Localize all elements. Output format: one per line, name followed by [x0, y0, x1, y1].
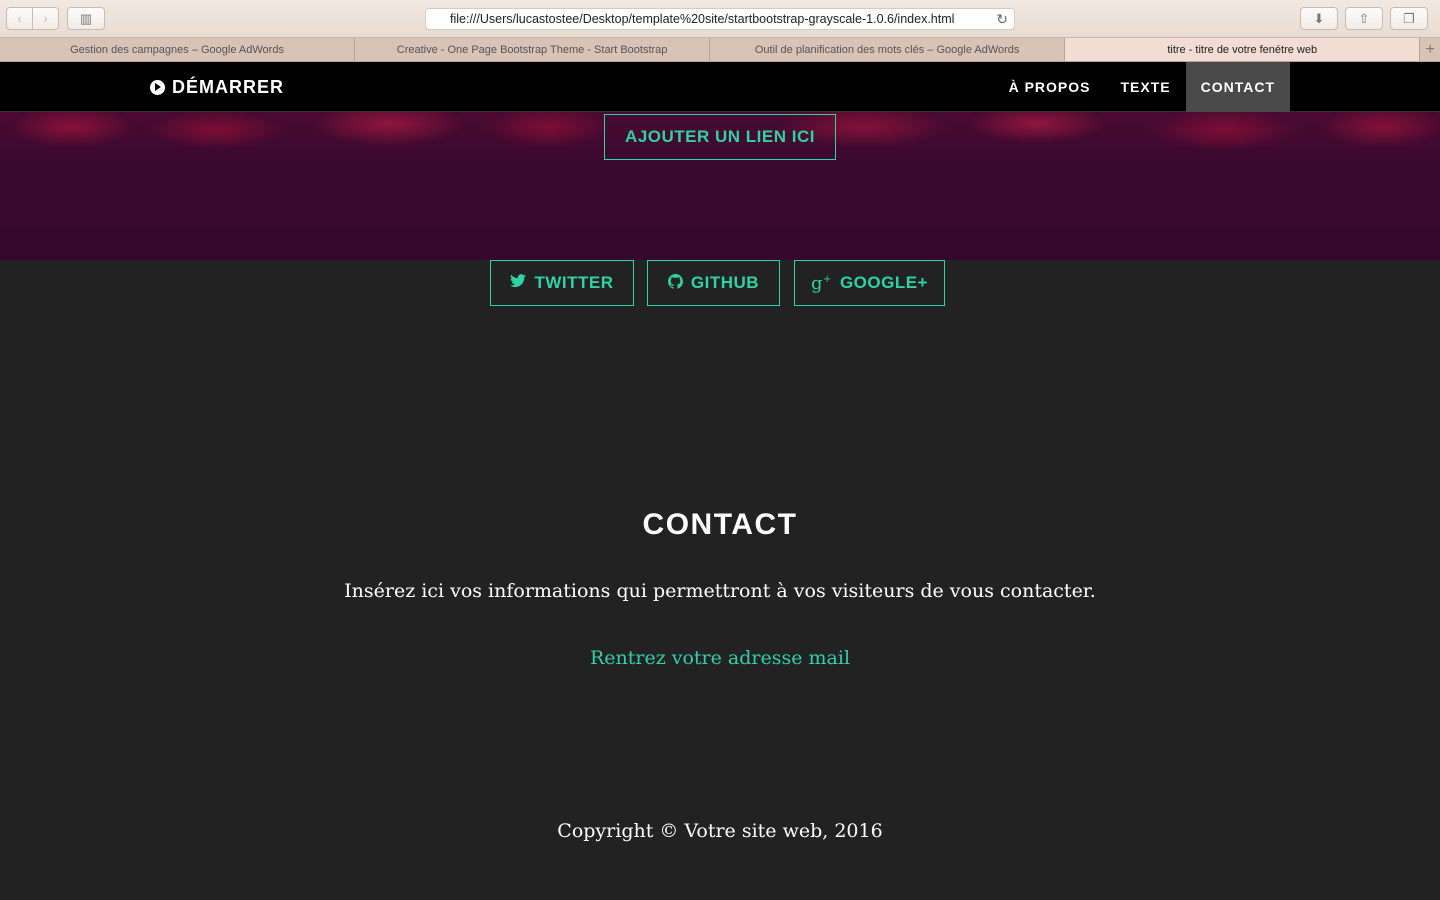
- back-button[interactable]: ‹: [6, 7, 33, 30]
- google-plus-label: GOOGLE+: [839, 273, 928, 292]
- hero-section: AJOUTER UN LIEN ICI: [0, 112, 1440, 260]
- contact-section: CONTACT Insérez ici vos informations qui…: [0, 260, 1440, 900]
- github-icon: [667, 273, 683, 293]
- tab-creative-theme[interactable]: Creative - One Page Bootstrap Theme - St…: [355, 38, 711, 61]
- chevron-left-icon: ‹: [17, 11, 22, 26]
- sidebar-icon: ▥: [79, 10, 93, 26]
- play-circle-icon: [150, 79, 165, 95]
- forward-button[interactable]: ›: [32, 7, 59, 30]
- address-bar[interactable]: file:///Users/lucastostee/Desktop/templa…: [425, 8, 1015, 30]
- reload-icon[interactable]: ↻: [996, 11, 1008, 28]
- twitter-icon: [510, 274, 527, 292]
- nav-link-texte[interactable]: TEXTE: [1105, 62, 1185, 112]
- tab-adwords-campaigns[interactable]: Gestion des campagnes – Google AdWords: [0, 38, 356, 61]
- site-navbar: DÉMARRER À PROPOS TEXTE CONTACT: [0, 62, 1440, 112]
- share-button[interactable]: ⇧: [1345, 7, 1383, 30]
- nav-link-contact[interactable]: CONTACT: [1185, 62, 1290, 112]
- google-plus-button[interactable]: g+ GOOGLE+: [794, 260, 945, 306]
- github-label: GITHUB: [690, 273, 760, 292]
- tab-keyword-planner[interactable]: Outil de planification des mots clés – G…: [710, 38, 1066, 61]
- contact-title: CONTACT: [642, 508, 798, 541]
- download-icon: ⬇: [1313, 10, 1325, 26]
- twitter-button[interactable]: TWITTER: [490, 260, 634, 306]
- add-link-button[interactable]: AJOUTER UN LIEN ICI: [604, 114, 836, 160]
- show-tabs-button[interactable]: ❐: [1390, 7, 1428, 30]
- tabs-overview-icon: ❐: [1403, 10, 1415, 26]
- google-plus-icon: g+: [811, 272, 832, 294]
- tab-bar: Gestion des campagnes – Google AdWords C…: [0, 38, 1440, 62]
- sidebar-toggle-button[interactable]: ▥: [67, 7, 105, 30]
- tab-current-page[interactable]: titre - titre de votre fenétre web: [1065, 38, 1421, 61]
- browser-toolbar: ‹ › ▥ file:///Users/lucastostee/Desktop/…: [0, 0, 1440, 38]
- contact-description: Insérez ici vos informations qui permett…: [344, 580, 1096, 602]
- nav-links: À PROPOS TEXTE CONTACT: [994, 62, 1290, 112]
- twitter-label: TWITTER: [534, 273, 614, 292]
- chevron-right-icon: ›: [43, 11, 48, 26]
- github-button[interactable]: GITHUB: [647, 260, 780, 306]
- brand-label: DÉMARRER: [172, 76, 285, 97]
- nav-link-a-propos[interactable]: À PROPOS: [994, 62, 1106, 112]
- new-tab-button[interactable]: +: [1420, 38, 1440, 61]
- url-text: file:///Users/lucastostee/Desktop/templa…: [450, 12, 955, 26]
- share-icon: ⇧: [1358, 10, 1370, 26]
- downloads-button[interactable]: ⬇: [1300, 7, 1338, 30]
- copyright-text: Copyright © Votre site web, 2016: [557, 820, 883, 842]
- email-link[interactable]: Rentrez votre adresse mail: [0, 647, 1440, 669]
- brand-link[interactable]: DÉMARRER: [150, 62, 284, 112]
